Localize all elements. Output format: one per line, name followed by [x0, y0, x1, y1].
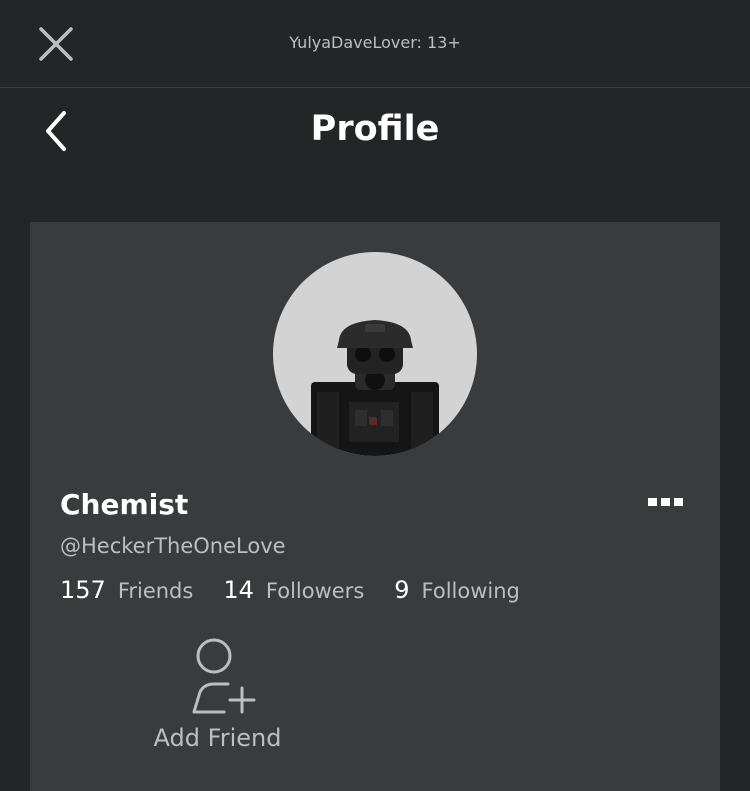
- display-name: Chemist: [60, 488, 189, 521]
- avatar[interactable]: [273, 252, 477, 456]
- page-header: Profile: [0, 89, 750, 179]
- top-bar: YulyaDaveLover: 13+: [0, 0, 750, 88]
- following-label: Following: [421, 579, 520, 603]
- profile-stats: 157 Friends 14 Followers 9 Following: [60, 576, 550, 604]
- more-options-button[interactable]: [648, 494, 686, 510]
- followers-stat[interactable]: 14 Followers: [223, 576, 364, 604]
- following-stat[interactable]: 9 Following: [394, 576, 520, 604]
- page-title: Profile: [310, 109, 440, 149]
- friends-stat[interactable]: 157 Friends: [60, 576, 193, 604]
- add-friend-button[interactable]: Add Friend: [140, 634, 295, 759]
- more-options-icon: [648, 498, 683, 506]
- followers-label: Followers: [265, 579, 365, 603]
- account-age-label: YulyaDaveLover: 13+: [289, 33, 461, 52]
- profile-card: Chemist @HeckerTheOneLove 157 Friends 14…: [30, 222, 720, 791]
- add-friend-label: Add Friend: [153, 724, 282, 752]
- friends-label: Friends: [117, 579, 194, 603]
- following-count: 9: [394, 576, 410, 604]
- friends-count: 157: [60, 576, 106, 604]
- avatar-character-image: [311, 320, 439, 456]
- username: @HeckerTheOneLove: [60, 534, 286, 558]
- add-friend-icon: [192, 638, 256, 714]
- followers-count: 14: [223, 576, 254, 604]
